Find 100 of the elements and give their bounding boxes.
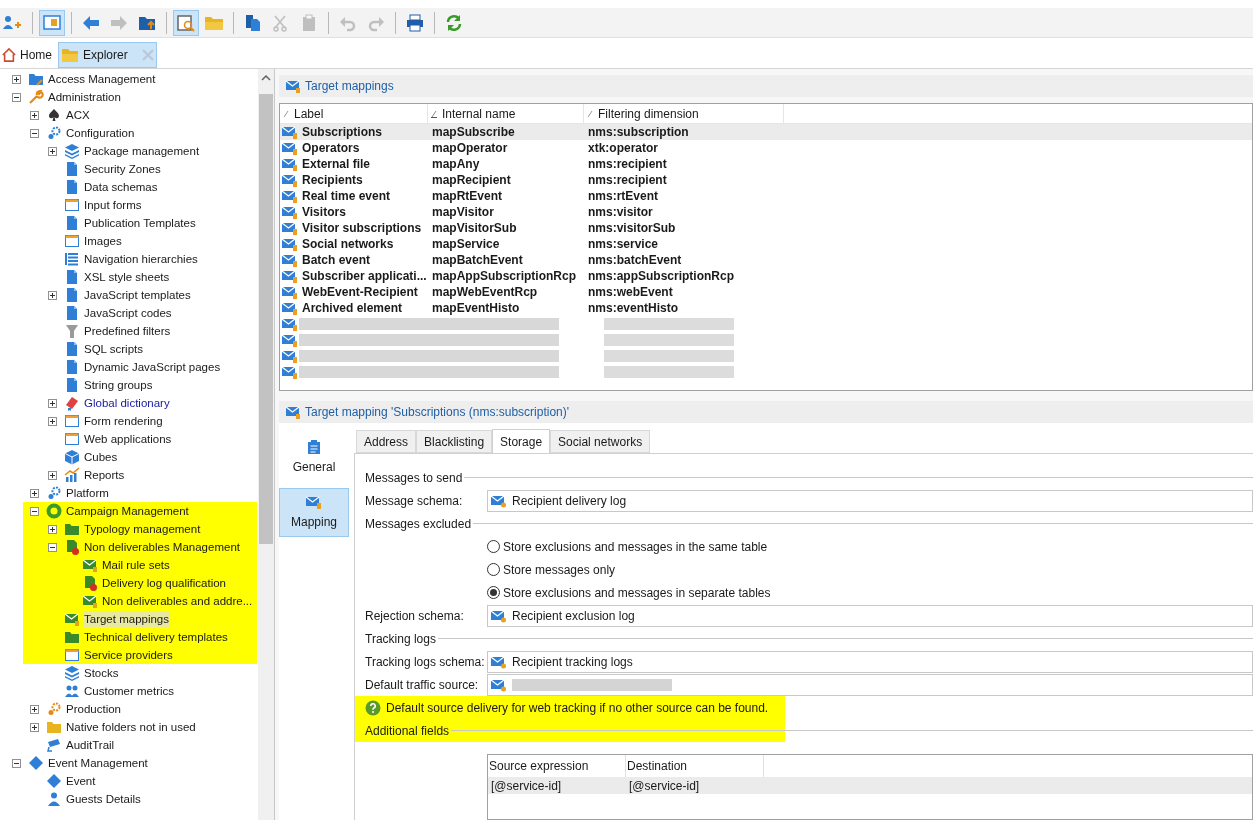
expand-icon[interactable] (30, 110, 39, 120)
expand-icon[interactable] (48, 470, 57, 480)
radio-button[interactable] (487, 586, 500, 599)
tree-item[interactable]: Reports (83, 467, 126, 483)
panel-title: Target mapping 'Subscriptions (nms:subscription)' (305, 404, 570, 421)
expand-icon[interactable] (48, 398, 57, 408)
diamond-icon (46, 773, 62, 789)
dimension-cell-text: nms:batchEvent (587, 252, 683, 269)
name-cell-text: mapVisitorSub (431, 220, 518, 237)
tree-item[interactable]: Stocks (83, 665, 120, 681)
collapse-icon[interactable] (48, 542, 57, 552)
tab[interactable]: Social networks (550, 430, 651, 453)
folder-icon (46, 719, 62, 735)
tree-item[interactable]: Security Zones (83, 161, 162, 177)
tree-item[interactable]: Data schemas (83, 179, 159, 195)
radio-button[interactable] (487, 540, 500, 553)
radio-label[interactable]: Store exclusions and messages in separate tables (503, 583, 771, 602)
collapse-icon[interactable] (12, 758, 21, 768)
tree-item[interactable]: Dynamic JavaScript pages (83, 359, 222, 375)
expand-icon[interactable] (48, 146, 57, 156)
tree-item[interactable]: Global dictionary (83, 395, 171, 411)
tree-item[interactable]: Mail rule sets (101, 557, 171, 573)
tree-item[interactable]: String groups (83, 377, 154, 393)
expand-icon[interactable] (12, 74, 21, 84)
collapse-icon[interactable] (12, 92, 21, 102)
tree-item[interactable]: JavaScript templates (83, 287, 192, 303)
tab[interactable]: Storage (492, 429, 551, 454)
scroll-up-icon[interactable] (261, 74, 271, 82)
filter-icon (64, 323, 80, 339)
tree-item[interactable]: Access Management (47, 71, 157, 87)
expand-icon[interactable] (30, 722, 39, 732)
tree-item[interactable]: Navigation hierarchies (83, 251, 199, 267)
tree-item[interactable]: JavaScript codes (83, 305, 173, 321)
tree-item[interactable]: Form rendering (83, 413, 164, 429)
tree-item[interactable]: Typology management (83, 521, 202, 537)
expand-icon[interactable] (48, 416, 57, 426)
tab[interactable]: Address (356, 430, 417, 453)
tree-item[interactable]: Publication Templates (83, 215, 197, 231)
tree-item[interactable]: AuditTrail (65, 737, 116, 753)
preview-button[interactable] (173, 9, 199, 36)
tree-item[interactable]: Event Management (47, 755, 149, 771)
tree-item[interactable]: XSL style sheets (83, 269, 171, 285)
tree-item[interactable]: Input forms (83, 197, 143, 213)
input-field[interactable]: Recipient tracking logs (487, 650, 1253, 673)
tab[interactable]: Explorer (58, 42, 157, 68)
tree-item[interactable]: Event (65, 773, 97, 789)
tree-item[interactable]: Non deliverables Management (83, 539, 241, 555)
tree-item[interactable]: Platform (65, 485, 110, 501)
nav-button[interactable]: General (279, 433, 349, 482)
tree-item[interactable]: Native folders not in used (65, 719, 197, 735)
tree-item[interactable]: ACX (65, 107, 91, 123)
dimension-cell-text: nms:webEvent (587, 284, 674, 301)
radio-label[interactable]: Store exclusions and messages in the same table (503, 537, 768, 556)
dimension-cell-text: nms:visitorSub (587, 220, 677, 237)
input-field[interactable] (487, 673, 1253, 696)
nav-button[interactable]: Mapping (279, 488, 349, 537)
expand-icon[interactable] (30, 488, 39, 498)
panel-button[interactable] (39, 9, 65, 36)
tree-item[interactable]: Campaign Management (65, 503, 190, 519)
tree-item[interactable]: Configuration (65, 125, 136, 141)
column-header[interactable]: Internal name (428, 104, 584, 123)
collapse-icon[interactable] (30, 506, 39, 516)
expand-icon[interactable] (30, 704, 39, 714)
scrollbar[interactable] (258, 69, 274, 820)
tree-item[interactable]: Cubes (83, 449, 119, 465)
input-field[interactable]: Recipient delivery log (487, 489, 1253, 512)
dimension-cell-text: xtk:operator (587, 140, 659, 157)
tree-item[interactable]: Administration (47, 89, 122, 105)
print-icon (405, 12, 425, 33)
diamond-icon (28, 755, 44, 771)
tab[interactable]: Blacklisting (416, 430, 493, 453)
radio-button[interactable] (487, 563, 500, 576)
column-header[interactable]: Filtering dimension (584, 104, 784, 123)
expand-icon[interactable] (48, 524, 57, 534)
document-icon (64, 161, 80, 177)
gear-icon (46, 485, 62, 501)
tree-item[interactable]: Package management (83, 143, 201, 159)
input-field[interactable]: Recipient exclusion log (487, 604, 1253, 627)
tree-item[interactable]: Non deliverables and addre... (101, 593, 254, 609)
radio-label[interactable]: Store messages only (503, 560, 616, 579)
column-header[interactable]: Label (280, 104, 428, 123)
tree-item[interactable]: Guests Details (65, 791, 142, 807)
tree-item[interactable]: Customer metrics (83, 683, 176, 699)
tree-item[interactable]: Technical delivery templates (83, 629, 229, 645)
gear-icon (46, 701, 62, 717)
tree-item[interactable]: Production (65, 701, 122, 717)
collapse-icon[interactable] (30, 128, 39, 138)
document-icon (64, 305, 80, 321)
tree-item[interactable]: Target mappings (83, 611, 171, 627)
tree-item[interactable]: Delivery log qualification (101, 575, 227, 591)
scrollbar-thumb[interactable] (259, 94, 273, 544)
tree-item[interactable]: Images (83, 233, 123, 249)
expand-icon[interactable] (48, 290, 57, 300)
tree-item[interactable]: SQL scripts (83, 341, 144, 357)
dimension-cell-text: nms:subscription (587, 124, 690, 141)
selected-row[interactable]: Subscriptions mapSubscribe nms:subscription (280, 124, 1252, 140)
book-icon (64, 395, 80, 411)
tree-item[interactable]: Web applications (83, 431, 173, 447)
tree-item[interactable]: Service providers (83, 647, 174, 663)
tree-item[interactable]: Predefined filters (83, 323, 172, 339)
